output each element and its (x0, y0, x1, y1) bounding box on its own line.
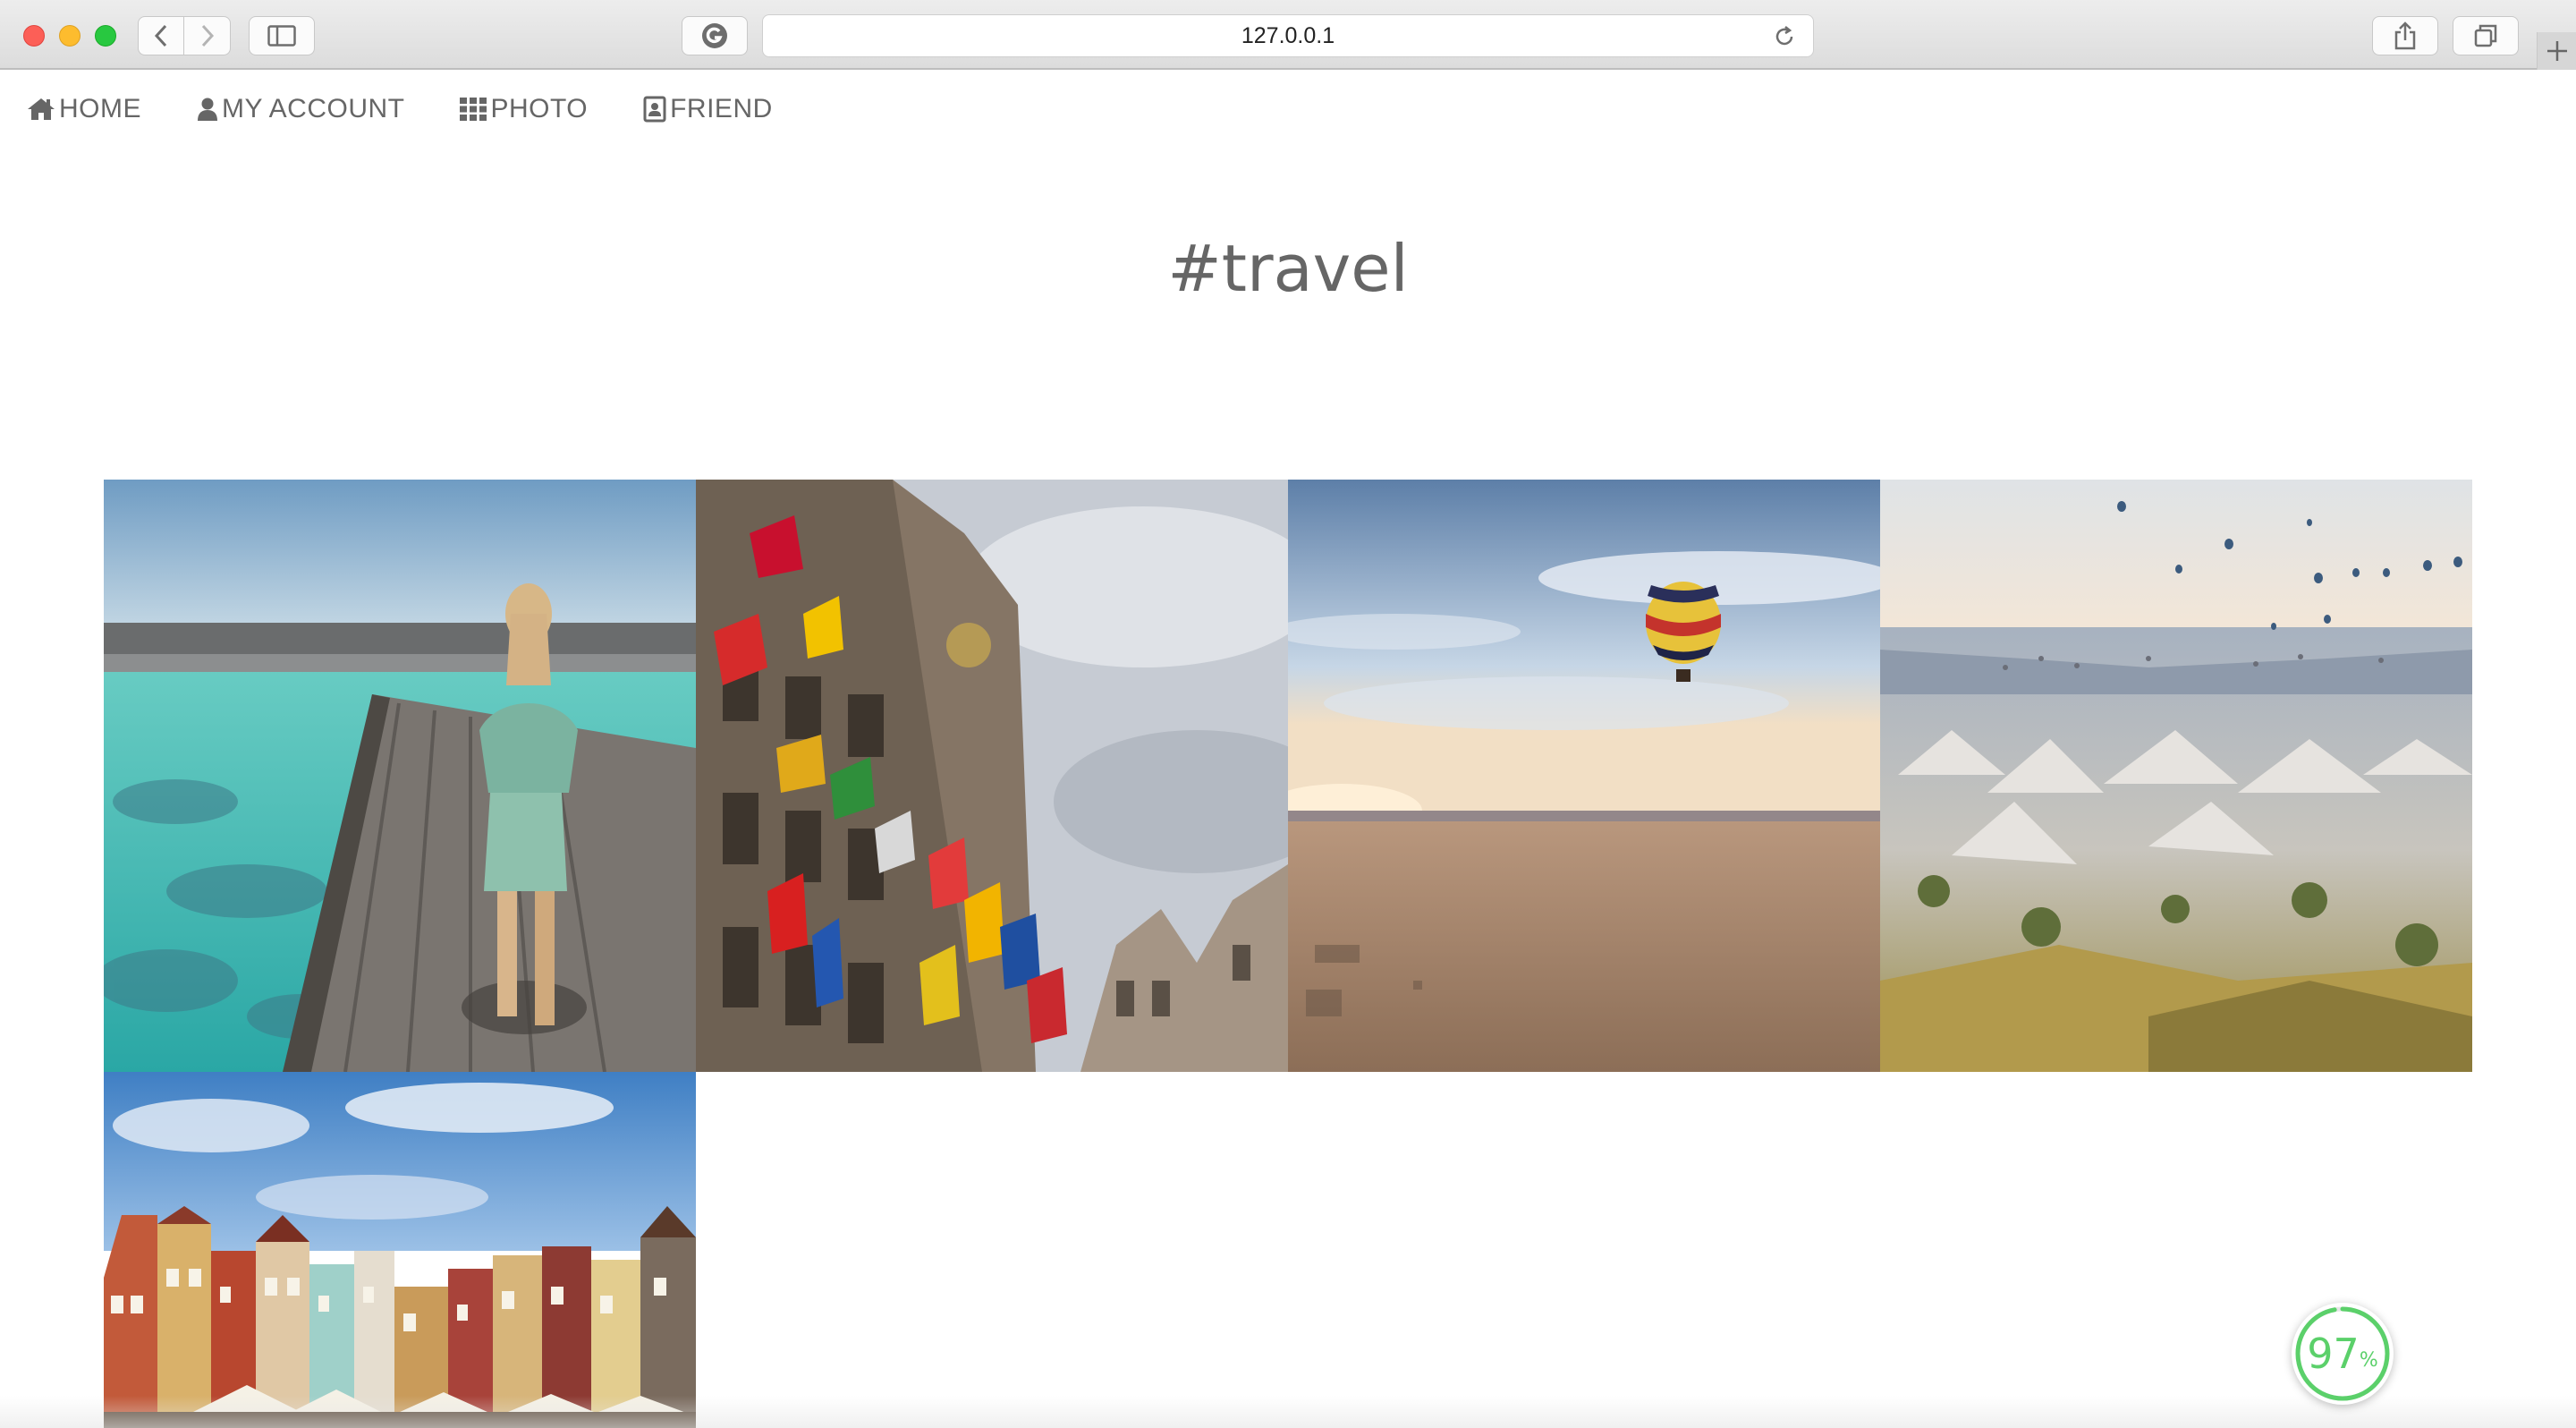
chevron-right-icon (201, 24, 214, 47)
page-title: #travel (1167, 231, 1409, 306)
grammarly-extension-button[interactable] (682, 16, 748, 55)
progress-label: 97% (2292, 1303, 2394, 1405)
nav-item-label: PHOTO (490, 94, 589, 123)
sidebar-toggle-button[interactable] (249, 16, 315, 55)
back-button[interactable] (138, 16, 184, 55)
user-icon (198, 98, 217, 121)
history-buttons (138, 16, 231, 55)
browser-toolbar: 127.0.0.1 (0, 0, 2576, 70)
contact-card-icon (643, 96, 666, 123)
photo-balloon-valley[interactable] (1880, 480, 2472, 1072)
progress-unit: % (2359, 1348, 2378, 1372)
site-navigation: HOME MY ACCOUNT PHOTO FRIEND (27, 89, 828, 129)
tabs-icon (2474, 24, 2497, 47)
window-maximize-button[interactable] (95, 25, 116, 47)
grid-icon (460, 98, 487, 121)
address-bar[interactable]: 127.0.0.1 (762, 14, 1814, 57)
show-tabs-button[interactable] (2453, 16, 2519, 55)
photo-pier[interactable] (104, 480, 696, 1072)
grammarly-icon (702, 23, 727, 48)
photo-city-hall[interactable] (696, 480, 1288, 1072)
chevron-left-icon (154, 24, 167, 47)
nav-item-label: FRIEND (670, 94, 773, 123)
share-icon (2394, 21, 2416, 50)
forward-button[interactable] (184, 16, 231, 55)
nav-item-label: HOME (59, 94, 141, 123)
window-minimize-button[interactable] (59, 25, 80, 47)
nav-item-label: MY ACCOUNT (222, 94, 405, 123)
nav-item-my-account[interactable]: MY ACCOUNT (197, 94, 404, 124)
url-text: 127.0.0.1 (1241, 22, 1335, 48)
sidebar-icon (267, 25, 296, 47)
reload-icon[interactable] (1772, 24, 1797, 49)
photo-old-town-square[interactable] (104, 1072, 696, 1428)
share-button[interactable] (2372, 16, 2438, 55)
progress-value: 97 (2307, 1330, 2360, 1378)
progress-indicator[interactable]: 97% (2292, 1303, 2394, 1405)
photo-balloon-desert[interactable] (1288, 480, 1880, 1072)
nav-item-photo[interactable]: PHOTO (460, 94, 588, 124)
nav-item-home[interactable]: HOME (27, 94, 141, 124)
nav-item-friend[interactable]: FRIEND (643, 94, 773, 124)
plus-icon (2546, 41, 2567, 61)
window-close-button[interactable] (23, 25, 45, 47)
new-tab-button[interactable] (2537, 32, 2576, 70)
home-icon (28, 98, 55, 120)
